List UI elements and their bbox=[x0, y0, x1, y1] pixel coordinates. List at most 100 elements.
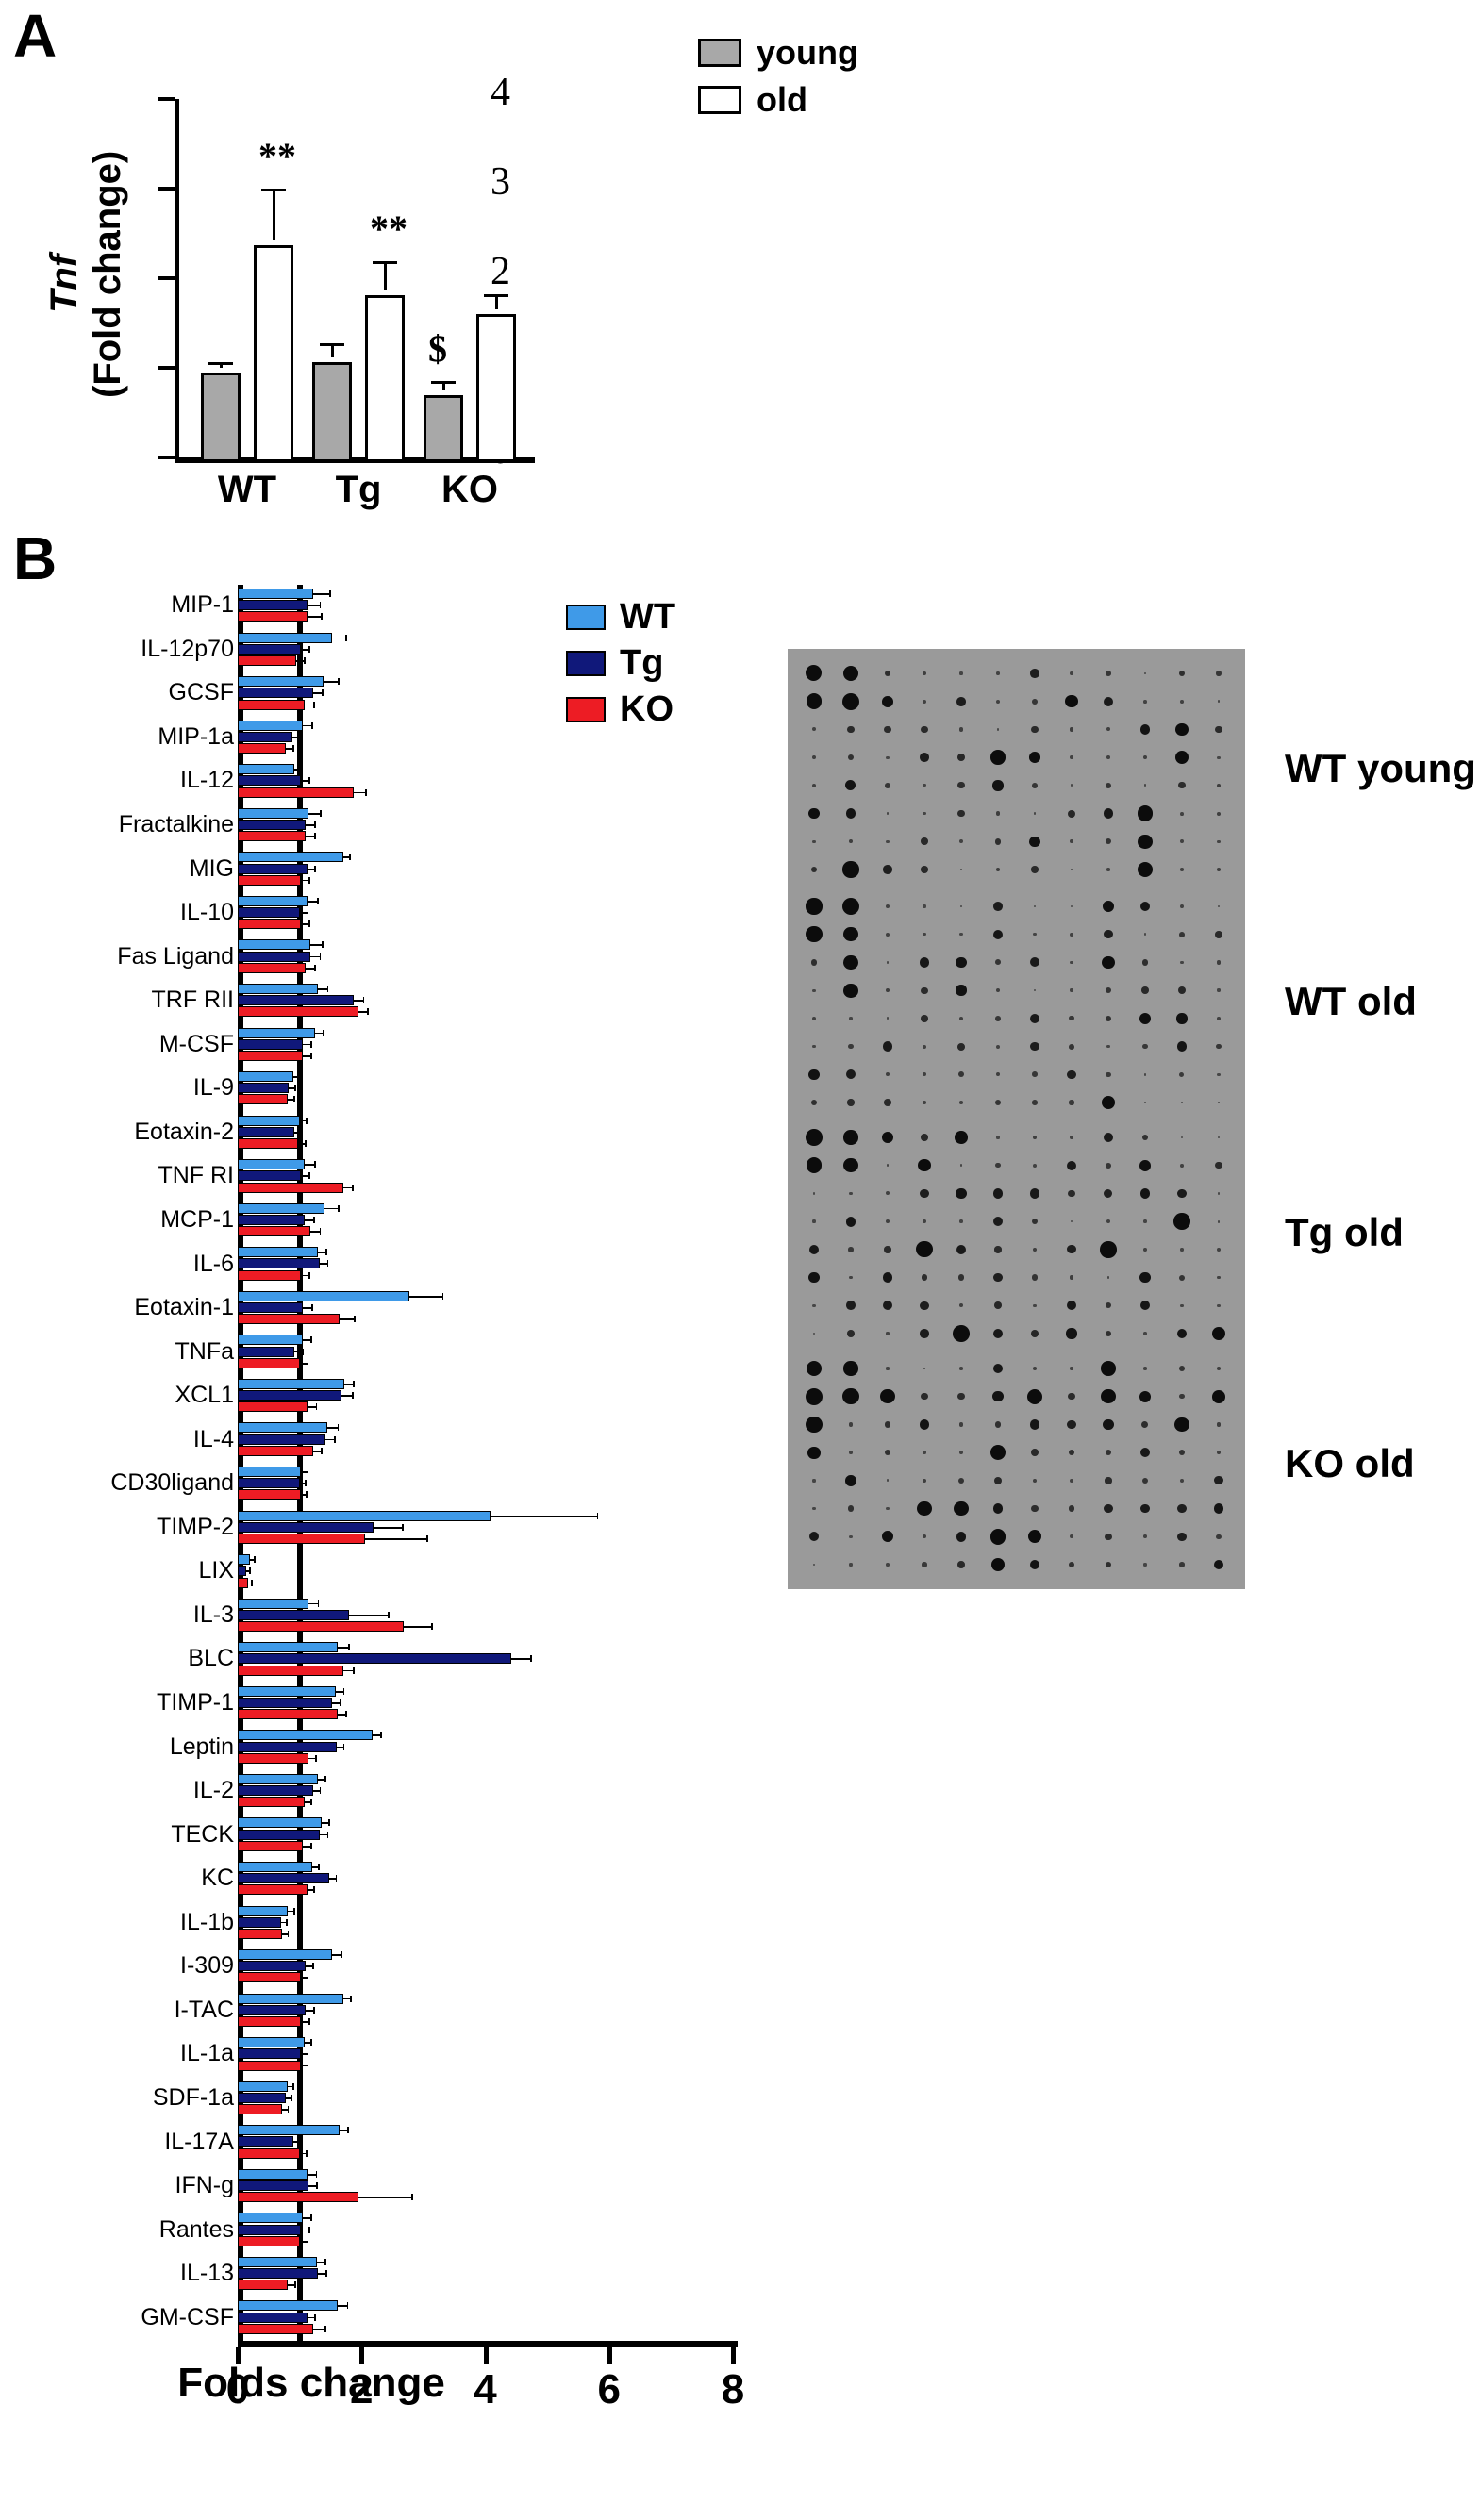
blot-spot bbox=[1105, 1477, 1112, 1484]
panel-b-error-cap bbox=[311, 721, 313, 729]
blot-spot bbox=[885, 1072, 890, 1077]
panel-a-bar-tg-old bbox=[365, 295, 405, 462]
blot-spot bbox=[1179, 931, 1185, 937]
blot-spot bbox=[959, 1164, 963, 1168]
blot-spot bbox=[806, 925, 823, 943]
panel-b-error-bar bbox=[323, 681, 339, 683]
panel-b-bar-IL-1b-Tg bbox=[238, 1916, 281, 1928]
blot-spot bbox=[1179, 1394, 1185, 1400]
blot-spot bbox=[1070, 1534, 1073, 1539]
panel-b-bar-TIMP-2-KO bbox=[238, 1533, 365, 1544]
panel-b-bar-TRF RII-Tg bbox=[238, 995, 355, 1006]
panel-b-error-cap bbox=[307, 1359, 309, 1367]
blot-spot bbox=[1032, 1247, 1038, 1252]
panel-b-error-bar bbox=[511, 1658, 530, 1661]
blot-spot bbox=[1105, 1015, 1112, 1021]
panel-b-bar-I-TAC-Tg bbox=[238, 2004, 307, 2015]
panel-b-bar-TNFa-KO bbox=[238, 1357, 300, 1368]
blot-spot bbox=[1216, 1451, 1222, 1455]
panel-b-error-bar bbox=[354, 791, 366, 794]
blot-spot bbox=[812, 1219, 816, 1223]
panel-b-bar-IL-2-KO bbox=[238, 1797, 305, 1808]
panel-b-bar-IL-3-KO bbox=[238, 1621, 404, 1633]
panel-b-error-cap bbox=[314, 865, 317, 872]
blot-spot bbox=[842, 861, 859, 878]
blot-spot bbox=[1139, 1159, 1151, 1171]
blot-spot bbox=[1176, 1041, 1188, 1052]
blot-spot bbox=[995, 1163, 1001, 1169]
blot-spot bbox=[849, 1275, 853, 1280]
panel-b-error-bar bbox=[307, 605, 320, 606]
blot-spot bbox=[848, 1422, 854, 1427]
panel-b-error-bar bbox=[358, 1011, 368, 1014]
blot-spot bbox=[956, 1531, 967, 1542]
blot-spot bbox=[808, 1532, 820, 1542]
panel-a-y-tick bbox=[158, 366, 175, 370]
blot-spot bbox=[849, 1534, 853, 1538]
panel-b-error-bar bbox=[338, 2305, 347, 2308]
panel-b-row-label: IL-2 bbox=[192, 1777, 234, 1804]
blot-spot bbox=[848, 1247, 854, 1252]
blot-spot bbox=[1178, 782, 1186, 789]
blot-spot bbox=[995, 988, 1001, 993]
blot-spot bbox=[917, 1500, 932, 1517]
panel-b-bar-IL-10-Tg bbox=[238, 907, 300, 919]
panel-b-error-cap bbox=[316, 2182, 319, 2189]
panel-b-row-label: TNFa bbox=[175, 1337, 235, 1365]
panel-b-error-bar bbox=[342, 1669, 354, 1672]
panel-b-bar-IL-13-Tg bbox=[238, 2268, 319, 2280]
panel-b-bar-MIP-1a-WT bbox=[238, 720, 303, 731]
blot-spot bbox=[1029, 1559, 1040, 1570]
blot-spot bbox=[845, 1216, 856, 1227]
blot-spot bbox=[1070, 671, 1073, 675]
blot-spot bbox=[1180, 1136, 1184, 1139]
blot-spot bbox=[886, 961, 890, 964]
blot-spot bbox=[806, 665, 823, 682]
blot-spot bbox=[1106, 1071, 1111, 1077]
panel-b-bar-GM-CSF-Tg bbox=[238, 2312, 308, 2323]
blot-spot bbox=[812, 988, 816, 992]
panel-b-bar-IFN-g-WT bbox=[238, 2168, 308, 2180]
panel-b-error-cap bbox=[320, 613, 323, 621]
panel-b-bar-IL-12p70-Tg bbox=[238, 643, 301, 655]
panel-b-legend-label-WT: WT bbox=[620, 597, 676, 637]
panel-b-bar-IL-2-WT bbox=[238, 1773, 319, 1784]
blot-spot bbox=[957, 1274, 965, 1281]
blot-spot bbox=[1105, 1561, 1112, 1568]
panel-b-row-label: IL-4 bbox=[192, 1425, 234, 1452]
blot-spot bbox=[959, 1451, 963, 1455]
panel-b-error-cap bbox=[307, 2062, 309, 2069]
blot-spot bbox=[1103, 696, 1114, 706]
blot-spot bbox=[1139, 724, 1151, 735]
panel-b-bar-MIG-KO bbox=[238, 874, 301, 886]
panel-b-error-bar bbox=[373, 1734, 380, 1737]
blot-spot bbox=[959, 839, 963, 844]
blot-spot bbox=[847, 1505, 855, 1512]
blot-spot bbox=[1104, 1188, 1113, 1198]
panel-b-error-bar bbox=[300, 1175, 308, 1178]
panel-b-bar-IFN-g-KO bbox=[238, 2192, 358, 2203]
blot-spot bbox=[1029, 1419, 1040, 1430]
blot-spot bbox=[886, 1479, 890, 1483]
panel-b-bar-Eotaxin-1-WT bbox=[238, 1290, 410, 1301]
cytokine-array-blot-image bbox=[788, 882, 1245, 1127]
panel-a-bar-wt-young bbox=[201, 373, 241, 462]
panel-b-error-bar bbox=[310, 955, 320, 958]
blot-spot bbox=[1102, 1096, 1115, 1109]
blot-spot bbox=[1032, 1100, 1038, 1105]
panel-b-error-bar bbox=[343, 1383, 354, 1385]
panel-b-error-cap bbox=[379, 1732, 382, 1739]
panel-b-error-cap bbox=[346, 2302, 349, 2310]
blot-spot bbox=[807, 1446, 821, 1459]
panel-b-error-cap bbox=[319, 1787, 322, 1795]
blot-spot bbox=[1068, 1449, 1075, 1456]
blot-spot bbox=[1031, 1449, 1039, 1456]
blot-spot bbox=[919, 1419, 930, 1430]
blot-spot bbox=[1102, 955, 1115, 970]
panel-b-bar-SDF-1a-Tg bbox=[238, 2092, 287, 2103]
blot-spot bbox=[884, 1246, 891, 1253]
blot-spot bbox=[1180, 839, 1184, 844]
cytokine-array-blot-image bbox=[788, 649, 1245, 894]
panel-b-row-label: Rantes bbox=[158, 2215, 234, 2243]
blot-spot bbox=[845, 780, 856, 791]
